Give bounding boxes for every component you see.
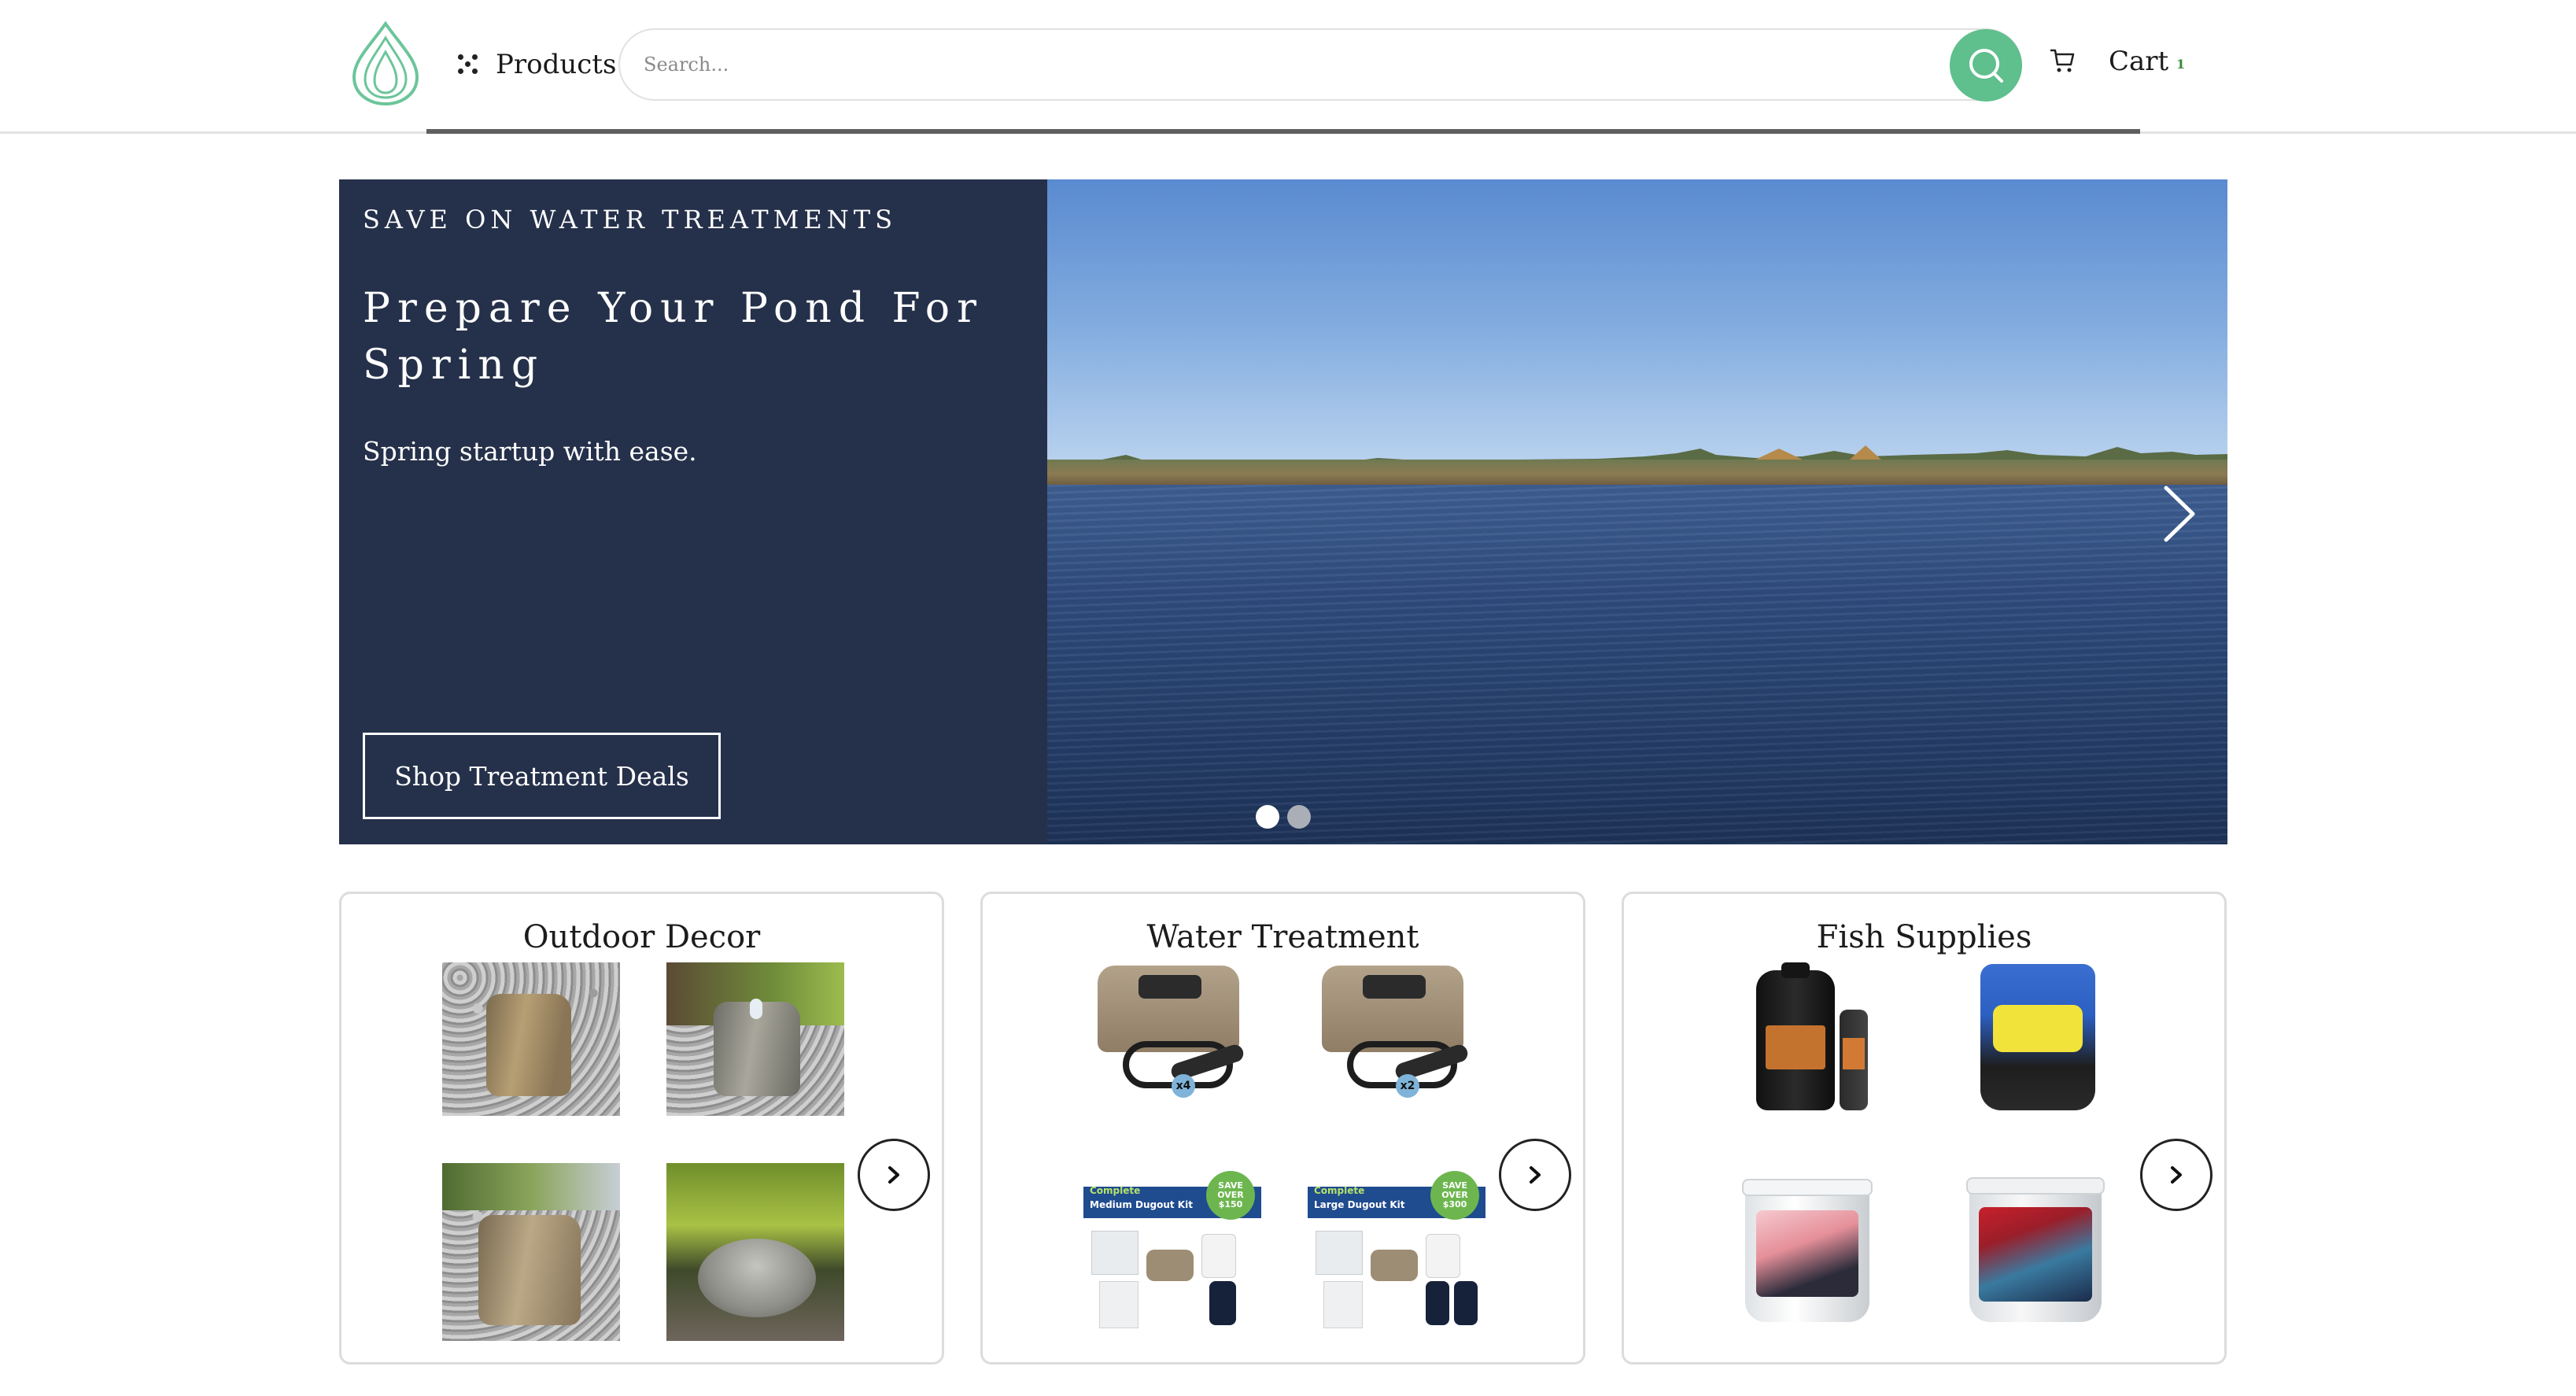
category-title: Fish Supplies xyxy=(1816,919,2032,955)
kit-name: Medium Dugout Kit xyxy=(1090,1199,1193,1210)
search-bar xyxy=(618,28,2022,101)
product-thumb[interactable] xyxy=(1725,1163,1902,1341)
site-header: Products Cart 1 xyxy=(0,0,2576,134)
product-thumb[interactable]: Complete Medium Dugout Kit SAVE OVER $15… xyxy=(1083,1163,1261,1341)
shop-treatment-deals-button[interactable]: Shop Treatment Deals xyxy=(363,733,721,819)
product-thumb[interactable] xyxy=(666,1163,844,1341)
hero-carousel: SAVE ON WATER TREATMENTS Prepare Your Po… xyxy=(339,179,2227,844)
kit-name: Large Dugout Kit xyxy=(1314,1199,1405,1210)
hero-sky xyxy=(1047,179,2227,472)
kit-tag: Complete xyxy=(1314,1185,1365,1196)
search-input[interactable] xyxy=(644,30,1918,99)
brand-logo-icon[interactable] xyxy=(348,20,423,107)
kit-save-badge: SAVE OVER $150 xyxy=(1206,1171,1255,1220)
search-icon xyxy=(1969,49,2003,83)
card-next-button[interactable] xyxy=(1499,1139,1571,1211)
search-button[interactable] xyxy=(1950,29,2022,102)
carousel-dot-2[interactable] xyxy=(1287,805,1311,829)
kit-tag: Complete xyxy=(1090,1185,1141,1196)
cart-link[interactable]: Cart xyxy=(2109,46,2168,77)
header-divider xyxy=(426,129,2140,134)
hero-pond-image xyxy=(1047,179,2227,844)
cart-count-badge: 1 xyxy=(2176,57,2186,72)
hero-subtitle: Spring startup with ease. xyxy=(363,436,697,467)
category-title: Outdoor Decor xyxy=(522,919,761,955)
kit-save-badge: SAVE OVER $300 xyxy=(1430,1171,1479,1220)
hero-text-panel: SAVE ON WATER TREATMENTS Prepare Your Po… xyxy=(339,179,1047,844)
product-thumb[interactable]: x4 xyxy=(1083,962,1261,1116)
hero-title: Prepare Your Pond For Spring xyxy=(363,285,984,389)
product-thumb[interactable] xyxy=(1949,962,2127,1116)
category-title: Water Treatment xyxy=(1146,919,1419,955)
products-label: Products xyxy=(496,49,617,80)
cart-icon[interactable] xyxy=(2049,47,2076,74)
card-next-button[interactable] xyxy=(2140,1139,2212,1211)
grid-dots-icon xyxy=(456,53,480,76)
product-thumb[interactable] xyxy=(442,962,620,1116)
card-next-button[interactable] xyxy=(858,1139,930,1211)
carousel-dots xyxy=(1256,805,1311,829)
hero-water xyxy=(1047,485,2227,844)
kit-quantity-badge: x4 xyxy=(1172,1074,1195,1098)
category-card-water-treatment[interactable]: Water Treatment x4 x2 Complete Medium Du… xyxy=(980,892,1585,1365)
carousel-dot-1[interactable] xyxy=(1256,805,1279,829)
chevron-right-icon xyxy=(2171,1166,2182,1184)
chevron-right-icon xyxy=(1530,1166,1541,1184)
products-menu-button[interactable]: Products xyxy=(456,42,616,87)
category-card-fish-supplies[interactable]: Fish Supplies xyxy=(1622,892,2227,1365)
product-thumb[interactable] xyxy=(666,962,844,1116)
product-thumb[interactable]: Complete Large Dugout Kit SAVE OVER $300 xyxy=(1308,1163,1485,1341)
product-thumb[interactable] xyxy=(1725,962,1902,1116)
product-thumb[interactable] xyxy=(442,1163,620,1341)
category-card-outdoor-decor[interactable]: Outdoor Decor xyxy=(339,892,944,1365)
kit-quantity-badge: x2 xyxy=(1396,1074,1419,1098)
hero-shoreline xyxy=(1047,460,2227,486)
chevron-right-icon xyxy=(888,1166,899,1184)
hero-next-arrow-icon[interactable] xyxy=(2155,478,2205,549)
product-thumb[interactable] xyxy=(1949,1163,2127,1341)
product-thumb[interactable]: x2 xyxy=(1308,962,1485,1116)
hero-eyebrow: SAVE ON WATER TREATMENTS xyxy=(363,205,897,235)
